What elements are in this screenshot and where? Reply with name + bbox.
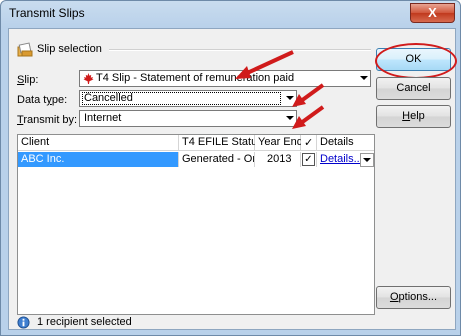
- column-header-details[interactable]: Details: [317, 135, 374, 151]
- transmit-by-select[interactable]: Internet: [79, 110, 297, 127]
- annotation-arrow-slip: [235, 50, 294, 79]
- status-text: 1 recipient selected: [37, 316, 132, 328]
- maple-leaf-icon: [83, 73, 94, 84]
- slip-label: Slip:: [17, 74, 39, 86]
- info-icon: [17, 316, 30, 329]
- close-button[interactable]: X: [410, 3, 455, 23]
- title-bar: Transmit Slips X: [1, 1, 460, 27]
- column-header-year-end[interactable]: Year End: [255, 135, 303, 151]
- options-button[interactable]: Options...: [376, 286, 451, 309]
- transmit-slips-dialog: Transmit Slips X Slip selection Slip: T4…: [0, 0, 461, 336]
- efile-status-cell: Generated - Origi: [179, 152, 255, 167]
- ok-highlight-circle: [375, 43, 457, 79]
- slip-folder-icon: [17, 42, 33, 57]
- data-type-select[interactable]: Cancelled: [79, 90, 297, 107]
- data-type-label: Data type:: [17, 94, 68, 106]
- help-button[interactable]: Help: [376, 105, 451, 128]
- recipient-grid[interactable]: Client T4 EFILE Status Year End ✓ Detail…: [17, 134, 375, 315]
- window-title: Transmit Slips: [9, 6, 85, 20]
- section-title: Slip selection: [37, 43, 102, 55]
- column-header-client[interactable]: Client: [18, 135, 179, 151]
- cancel-button[interactable]: Cancel: [376, 77, 451, 100]
- details-cell[interactable]: Details...: [317, 152, 374, 167]
- details-dropdown[interactable]: [360, 153, 374, 167]
- transmit-checkbox[interactable]: ✓: [302, 153, 315, 166]
- column-header-check[interactable]: ✓: [301, 135, 317, 151]
- data-type-value: Cancelled: [82, 92, 281, 105]
- chevron-down-icon: [363, 158, 371, 162]
- transmit-by-value: Internet: [84, 112, 122, 124]
- transmit-by-label: Transmit by:: [17, 114, 78, 126]
- details-link[interactable]: Details...: [320, 153, 363, 165]
- chevron-down-icon[interactable]: [360, 76, 368, 80]
- column-header-efile-status[interactable]: T4 EFILE Status: [179, 135, 263, 151]
- annotation-arrow-transmit-by: [292, 105, 325, 129]
- client-cell[interactable]: ABC Inc.: [18, 152, 179, 167]
- year-end-cell: 2013: [255, 152, 301, 167]
- transmit-checkbox-cell[interactable]: ✓: [301, 152, 317, 167]
